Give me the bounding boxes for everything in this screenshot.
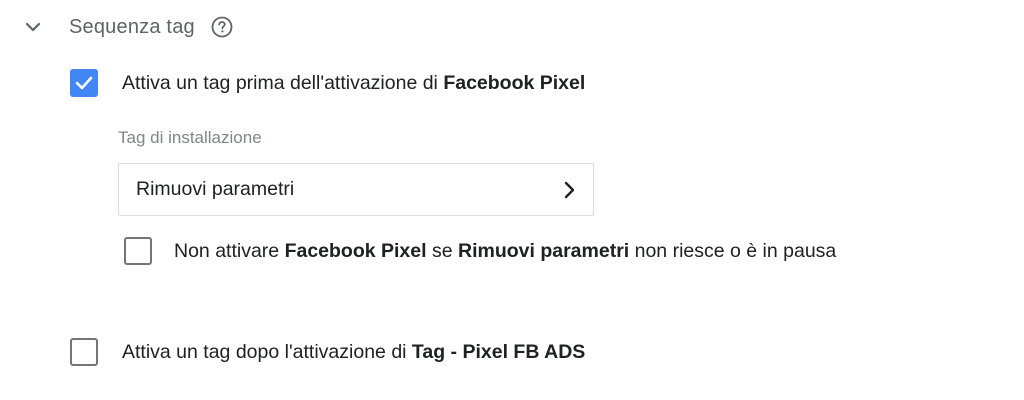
setup-tag-name: Facebook Pixel bbox=[443, 71, 586, 94]
dont-fire-checkbox[interactable] bbox=[124, 237, 152, 265]
dont-fire-label: Non attivare Facebook Pixel se Rimuovi p… bbox=[174, 239, 837, 262]
cleanup-tag-name: Tag - Pixel FB ADS bbox=[411, 340, 586, 363]
cleanup-tag-row: Attiva un tag dopo l'attivazione di Tag … bbox=[70, 337, 585, 367]
section-title: Sequenza tag bbox=[69, 15, 195, 38]
setup-tag-field-label: Tag di installazione bbox=[118, 128, 262, 147]
setup-tag-checkbox[interactable] bbox=[70, 69, 98, 97]
cleanup-tag-label: Attiva un tag dopo l'attivazione di Tag … bbox=[122, 340, 586, 363]
setup-tag-label: Attiva un tag prima dell'attivazione di … bbox=[122, 71, 586, 94]
help-circle-icon[interactable] bbox=[211, 16, 233, 38]
dont-fire-row: Non attivare Facebook Pixel se Rimuovi p… bbox=[124, 236, 836, 266]
setup-tag-select[interactable]: Rimuovi parametri bbox=[118, 163, 594, 216]
setup-tag-row: Attiva un tag prima dell'attivazione di … bbox=[70, 68, 585, 98]
checkmark-icon bbox=[75, 76, 93, 90]
chevron-right-icon[interactable] bbox=[559, 180, 579, 200]
chevron-down-icon[interactable] bbox=[22, 16, 44, 38]
cleanup-tag-checkbox[interactable] bbox=[70, 338, 98, 366]
tag-sequencing-header[interactable]: Sequenza tag bbox=[22, 8, 233, 46]
selected-tag-value: Rimuovi parametri bbox=[136, 178, 295, 200]
